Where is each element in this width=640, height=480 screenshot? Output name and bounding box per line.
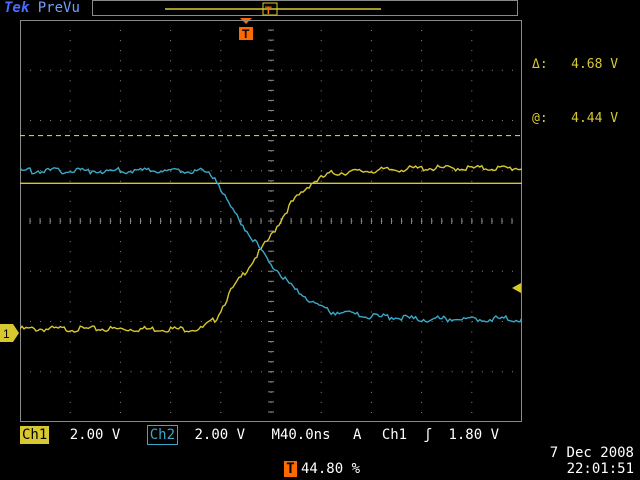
trigger-mode: A (352, 427, 362, 443)
trigger-level-arrow-icon[interactable] (510, 282, 522, 294)
date: 7 Dec 2008 (549, 445, 634, 461)
trigger-position-value: 44.80 % (301, 461, 361, 477)
delta-label: Δ: (532, 57, 548, 72)
acquisition-mode: PreVu (37, 0, 80, 16)
status-bar: Ch1 2.00 V Ch2 2.00 V M40.0ns A Ch1 ʃ 1.… (20, 425, 500, 445)
trigger-source: Ch1 (381, 427, 408, 443)
trigger-level: 1.80 V (448, 427, 500, 443)
ch2-scale: 2.00 V (194, 427, 246, 443)
time: 22:01:51 (566, 461, 634, 477)
record-trigger-icon: T (265, 5, 272, 17)
ch1-scale: 2.00 V (69, 427, 121, 443)
timebase-label: M (271, 427, 280, 443)
cursor-readout: Δ: 4.68 V @: 4.44 V (532, 20, 618, 146)
timebase-value: 40.0ns (279, 427, 331, 443)
record-view-bar[interactable]: T (92, 0, 518, 17)
at-value: 4.44 V (571, 111, 619, 126)
channel1-ground-marker[interactable]: 1 (0, 324, 20, 342)
delta-value: 4.68 V (571, 57, 619, 72)
tek-logo: Tek (4, 0, 30, 16)
record-view-graphic: T (165, 2, 381, 17)
timestamp: 7 Dec 2008 22:01:51 (550, 445, 634, 477)
brand: Tek PreVu (4, 0, 80, 16)
ch1-tag[interactable]: Ch1 (20, 426, 50, 444)
trigger-slope-icon: ʃ (423, 427, 432, 443)
ch1-waveform (20, 164, 522, 333)
trigger-level-arrow-shape (512, 283, 521, 293)
waveform-display[interactable] (20, 20, 522, 422)
trigger-position-readout: T 44.80 % (284, 461, 360, 477)
at-label: @: (532, 111, 548, 126)
ch2-tag[interactable]: Ch2 (146, 425, 179, 445)
ch1-marker-text: 1 (3, 327, 10, 341)
trigger-position-icon: T (284, 461, 297, 477)
